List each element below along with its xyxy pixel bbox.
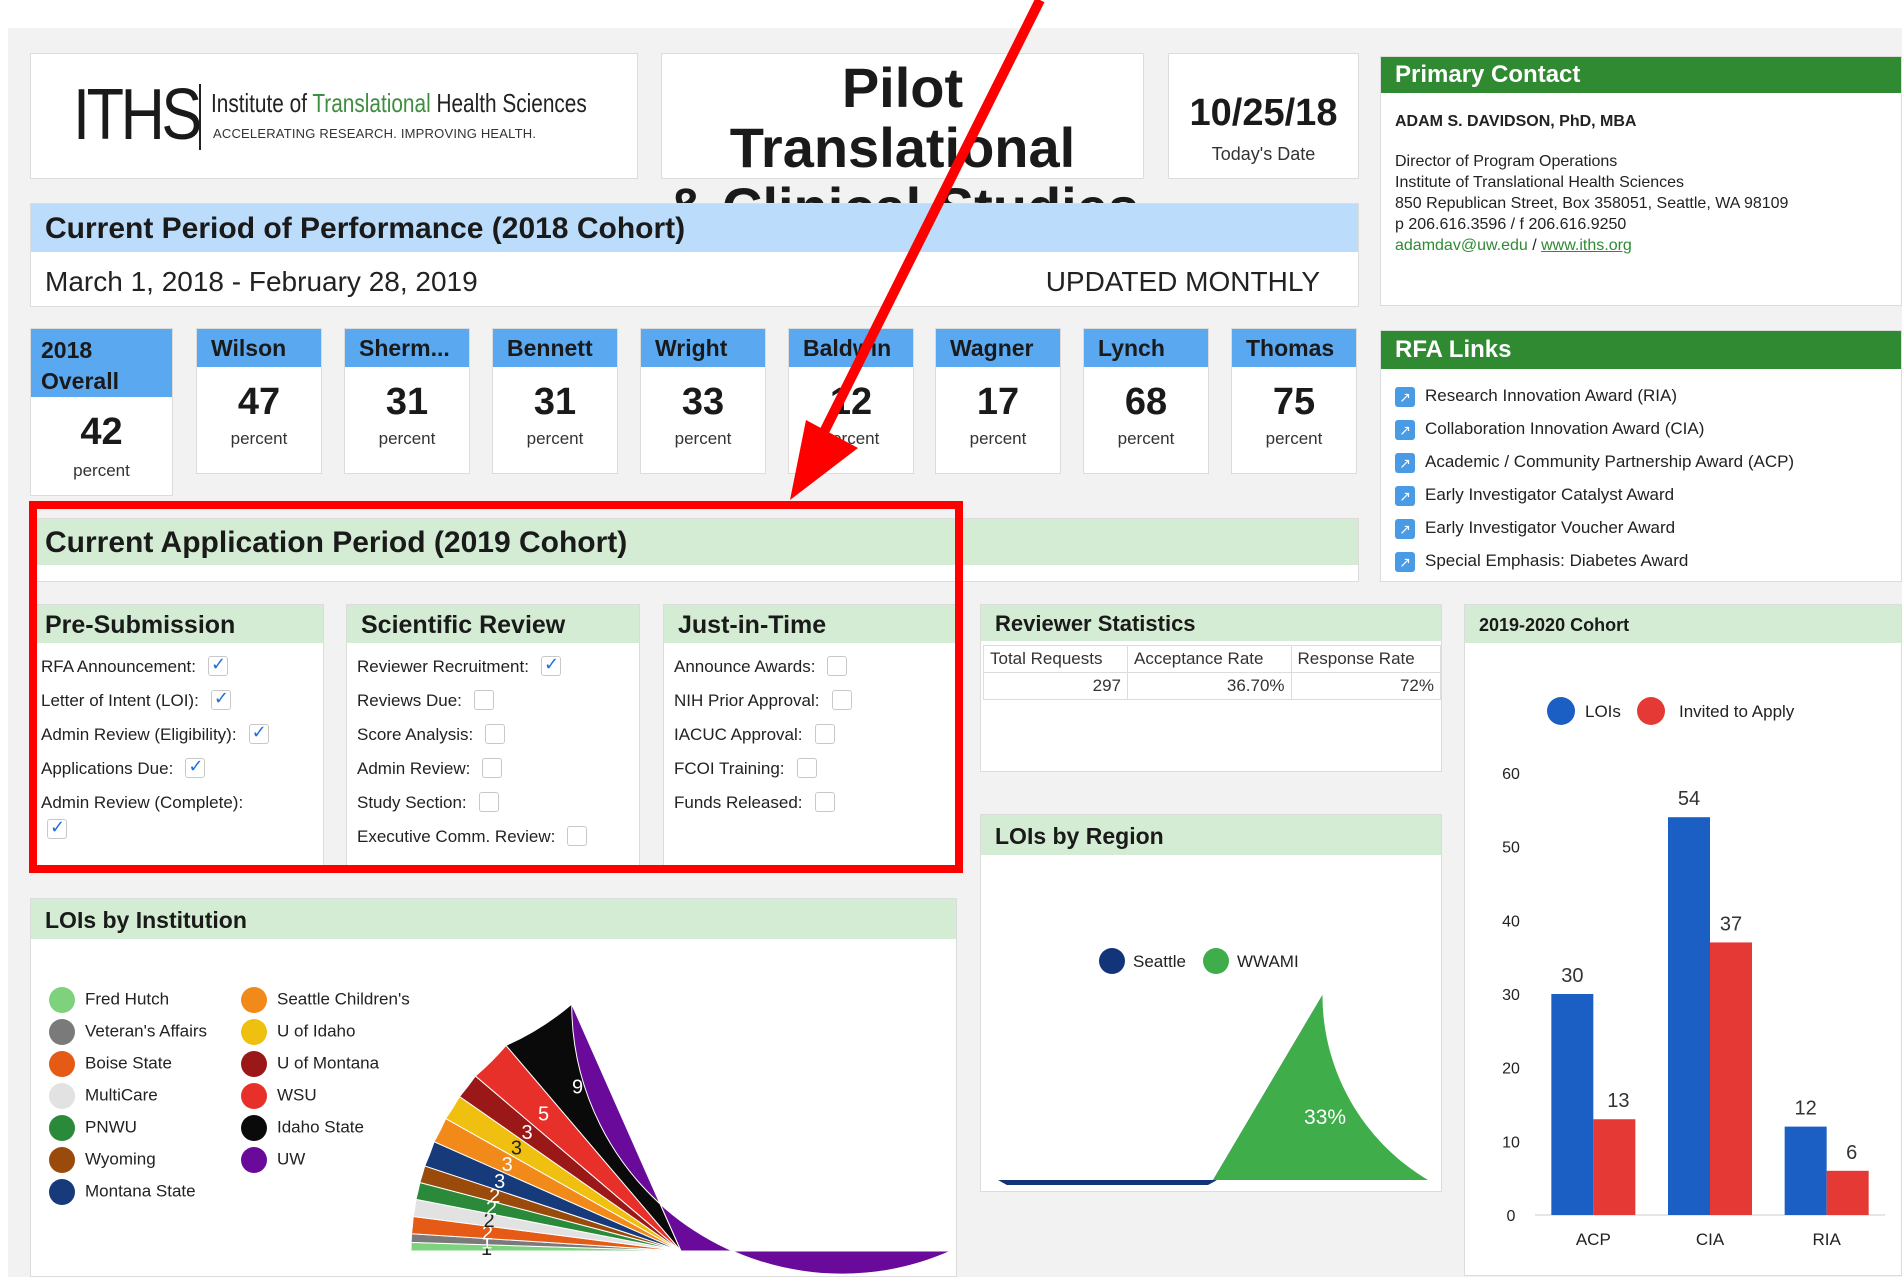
annotation-arrow (790, 0, 1045, 500)
